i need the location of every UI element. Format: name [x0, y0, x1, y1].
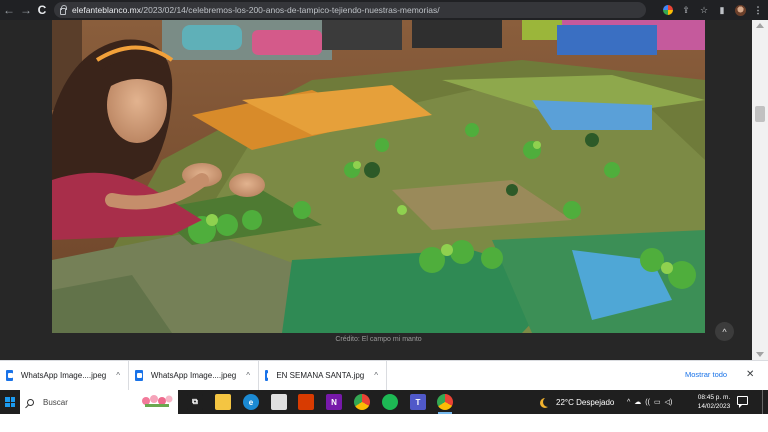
battery-icon[interactable]: ▭ [654, 398, 661, 406]
download-item[interactable]: EN SEMANA SANTA.jpg ^ [259, 360, 387, 391]
taskbar-search-box[interactable]: Buscar [20, 390, 178, 414]
reload-button[interactable]: C [33, 0, 51, 20]
scrollbar-thumb[interactable] [755, 106, 765, 122]
image-file-icon [6, 370, 13, 381]
notifications-icon[interactable] [737, 396, 748, 408]
show-desktop-button[interactable] [762, 390, 763, 414]
search-placeholder: Buscar [43, 397, 68, 407]
share-icon[interactable]: ⇪ [680, 4, 692, 16]
scroll-to-top-button[interactable]: ^ [715, 322, 734, 341]
back-button[interactable]: ← [0, 0, 18, 20]
downloads-bar: WhatsApp Image....jpeg ^ WhatsApp Image.… [0, 360, 768, 391]
page-content: Crédito: El campo mi manto ^ [0, 20, 768, 360]
edge-icon[interactable]: e [243, 394, 259, 410]
side-panel-icon[interactable]: ▮ [716, 4, 728, 16]
download-filename: WhatsApp Image....jpeg [150, 371, 237, 380]
volume-icon[interactable]: ◁) [665, 398, 673, 406]
system-tray: ^ ☁ (( ▭ ◁) [627, 390, 672, 414]
onenote-icon[interactable]: N [326, 394, 342, 410]
download-options-chevron-icon[interactable]: ^ [374, 371, 378, 380]
url-text[interactable]: elefanteblanco.mx/2023/02/14/celebremos-… [72, 5, 440, 15]
toolbar-icons: ⇪ ☆ ▮ ⋮ [662, 0, 764, 20]
office-icon[interactable] [298, 394, 314, 410]
url-path: /2023/02/14/celebremos-los-200-anos-de-t… [141, 5, 440, 15]
browser-toolbar: ← → C elefanteblanco.mx/2023/02/14/celeb… [0, 0, 768, 20]
knitted-landscape-photo [52, 20, 705, 333]
windows-logo-icon [5, 397, 15, 407]
article-photo[interactable] [52, 20, 705, 333]
address-bar[interactable]: elefanteblanco.mx/2023/02/14/celebremos-… [54, 2, 646, 18]
taskbar-clock[interactable]: 08:45 p. m. 14/02/2023 [694, 393, 734, 411]
page-scrollbar[interactable] [752, 20, 768, 360]
url-host: elefanteblanco.mx [72, 5, 141, 15]
show-hidden-icons-chevron-icon[interactable]: ^ [627, 399, 630, 406]
profile-avatar[interactable] [734, 4, 746, 16]
teams-icon[interactable]: T [410, 394, 426, 410]
screen: ← → C elefanteblanco.mx/2023/02/14/celeb… [0, 0, 768, 432]
menu-icon[interactable]: ⋮ [752, 4, 764, 16]
photo-caption: Crédito: El campo mi manto [335, 336, 422, 343]
weather-text: 22°C Despejado [556, 397, 615, 407]
lock-icon[interactable] [60, 4, 67, 15]
weather-widget[interactable]: 22°C Despejado [540, 390, 614, 414]
onedrive-cloud-icon[interactable]: ☁ [634, 398, 641, 406]
download-filename: EN SEMANA SANTA.jpg [276, 371, 365, 380]
start-button[interactable] [0, 390, 20, 414]
windows-taskbar: Buscar ⧉ e N T 22°C Despejado ^ ☁ (( ▭ ◁) 0… [0, 390, 768, 414]
file-explorer-icon[interactable] [215, 394, 231, 410]
store-icon[interactable] [271, 394, 287, 410]
scroll-up-arrow-icon[interactable] [756, 23, 764, 28]
google-lens-icon[interactable] [662, 4, 674, 16]
search-highlight-flowers-icon [142, 395, 173, 407]
task-view-icon[interactable]: ⧉ [187, 394, 203, 410]
clock-date: 14/02/2023 [697, 403, 731, 410]
download-options-chevron-icon[interactable]: ^ [246, 371, 250, 380]
spotify-icon[interactable] [382, 394, 398, 410]
download-filename: WhatsApp Image....jpeg [20, 371, 107, 380]
scroll-down-arrow-icon[interactable] [756, 352, 764, 357]
image-file-icon [135, 370, 143, 381]
desktop-margin [0, 414, 768, 432]
moon-icon [543, 397, 553, 407]
image-file-icon [265, 370, 273, 381]
download-options-chevron-icon[interactable]: ^ [116, 371, 120, 380]
close-icon[interactable]: ✕ [746, 369, 754, 380]
clock-time: 08:45 p. m. [697, 394, 731, 401]
search-icon [27, 398, 34, 406]
chrome-active-icon[interactable] [437, 394, 453, 410]
download-item[interactable]: WhatsApp Image....jpeg ^ [129, 360, 259, 391]
bookmark-star-icon[interactable]: ☆ [698, 4, 710, 16]
download-item[interactable]: WhatsApp Image....jpeg ^ [0, 360, 129, 391]
chrome-icon[interactable] [354, 394, 370, 410]
wifi-icon[interactable]: (( [645, 399, 650, 406]
show-all-downloads-link[interactable]: Mostrar todo [685, 370, 727, 379]
